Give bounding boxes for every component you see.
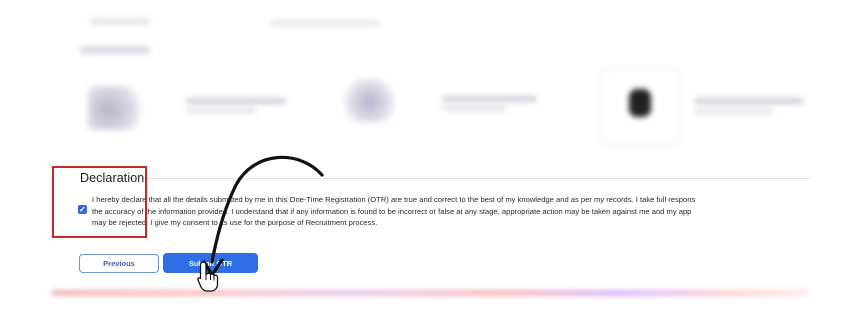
annotation-overlay xyxy=(197,155,324,292)
curved-arrow-icon xyxy=(202,155,324,277)
otr-page: Declaration ✓ I hereby declare that all … xyxy=(0,0,865,309)
